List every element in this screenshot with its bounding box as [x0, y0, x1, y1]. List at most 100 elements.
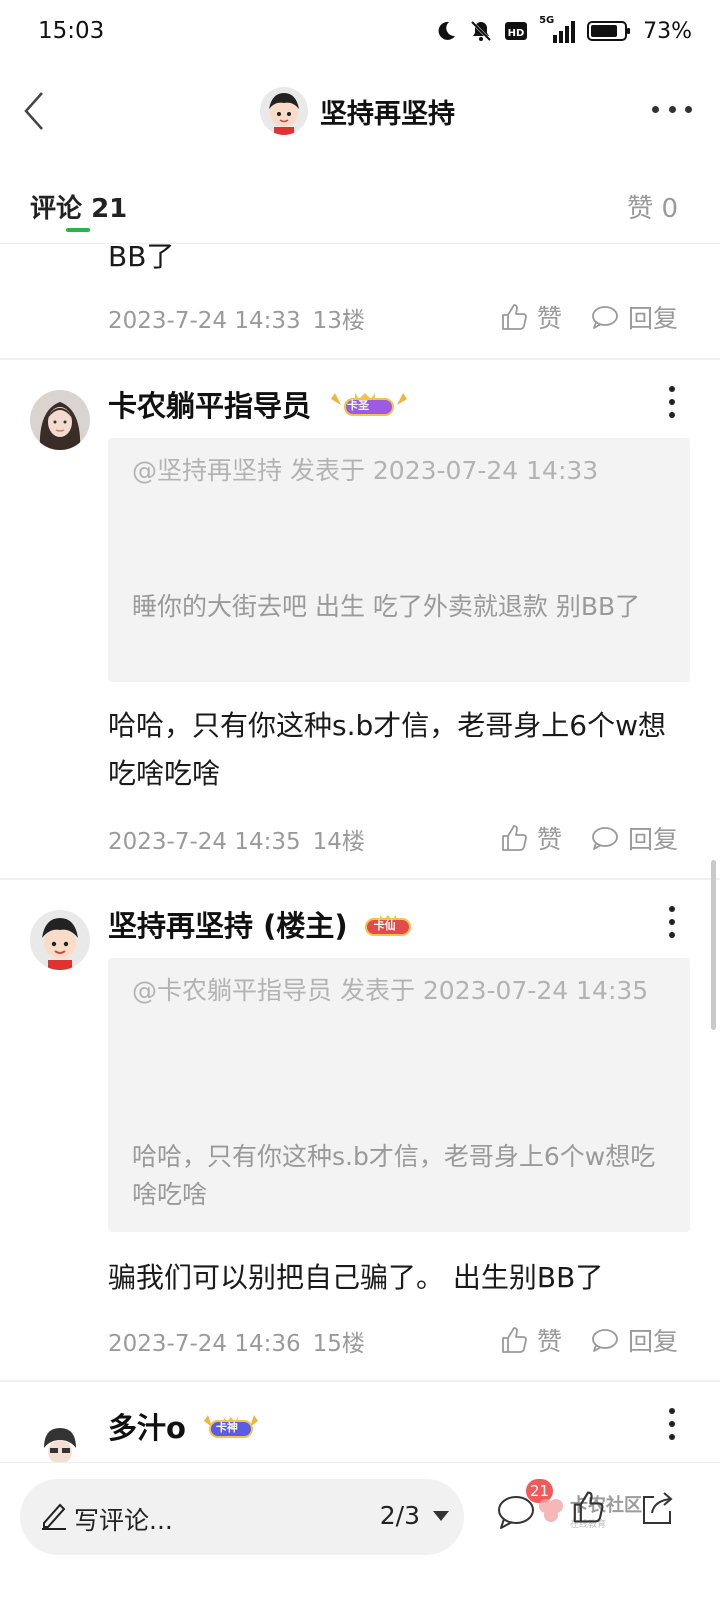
chat-bubble-icon — [592, 827, 618, 850]
reply-button[interactable]: 回复 — [590, 299, 678, 335]
moon-icon — [438, 21, 456, 40]
comments-button[interactable]: 21 — [496, 1479, 554, 1535]
page-indicator: 2/3 — [379, 1501, 420, 1530]
comment-actions: 赞 回复 — [499, 818, 678, 858]
tab-comments[interactable]: 评论 21 — [30, 188, 127, 225]
dot-icon — [652, 105, 659, 113]
bell-off-icon — [471, 20, 492, 42]
like-button[interactable]: 赞 — [499, 1322, 562, 1358]
quote-header: @卡农躺平指导员 发表于 2023-07-24 14:35 — [132, 976, 649, 1005]
username-row: 多汁o 卡神 — [108, 1406, 284, 1446]
more-options-button[interactable] — [652, 94, 692, 124]
bottom-bar: 写评论... 2/3 21 卡农社区 在线教育 — [0, 1462, 720, 1600]
comment-item: 卡农躺平指导员 卡圣 @坚持再坚持 发表于 2023-07-24 14:33 睡… — [0, 360, 720, 880]
comment-time: 2023-7-24 14:36 — [108, 1331, 301, 1357]
caret-down-icon — [433, 1510, 449, 1521]
page-title: 坚持再坚持 — [320, 98, 455, 130]
quote-header: @坚持再坚持 发表于 2023-07-24 14:33 — [132, 456, 599, 485]
chat-bubble-icon — [592, 306, 618, 329]
reply-label: 回复 — [627, 825, 678, 854]
quote-text: 哈哈，只有你这种s.b才信，老哥身上6个w想吃啥吃啥 — [132, 1142, 656, 1209]
reply-label: 回复 — [627, 304, 678, 333]
tab-comments-label: 评论 — [30, 194, 83, 224]
like-label: 赞 — [536, 1327, 562, 1356]
battery-icon — [587, 21, 631, 41]
status-icons: HD 5G 73% — [435, 15, 692, 46]
rank-badge-label: 卡神 — [215, 1421, 238, 1434]
status-bar: 15:03 HD 5G 73% — [0, 0, 720, 64]
network-label: 5G — [539, 15, 555, 26]
share-button[interactable] — [638, 1489, 676, 1531]
tab-likes[interactable]: 赞 0 — [627, 188, 678, 225]
rank-badge: 卡神 — [200, 1411, 284, 1441]
thumbs-up-icon — [502, 1327, 527, 1353]
like-button[interactable] — [570, 1489, 606, 1529]
comment-more-button[interactable] — [666, 386, 678, 418]
comment-floor: 15楼 — [312, 1331, 365, 1357]
comment-more-button[interactable] — [666, 1408, 678, 1440]
logo-icon — [539, 1498, 563, 1522]
rank-badge: 卡仙 — [362, 909, 436, 939]
dot-icon — [668, 105, 676, 113]
comment-meta: 2023-7-24 14:35 14楼 — [108, 822, 365, 856]
like-label: 赞 — [536, 825, 562, 854]
username[interactable]: 卡农躺平指导员 — [108, 383, 311, 425]
like-label: 赞 — [536, 304, 562, 333]
thumbs-up-icon — [502, 825, 527, 851]
quote-box: @卡农躺平指导员 发表于 2023-07-24 14:35 哈哈，只有你这种s.… — [108, 958, 690, 1232]
rank-badge-label: 卡仙 — [373, 919, 396, 932]
reply-button[interactable]: 回复 — [590, 820, 678, 856]
like-button[interactable]: 赞 — [499, 820, 562, 856]
page-selector[interactable]: 2/3 — [380, 1501, 450, 1530]
tab-active-indicator — [66, 228, 90, 232]
username-row: 卡农躺平指导员 卡圣 — [108, 384, 435, 424]
chevron-left-icon — [24, 92, 43, 130]
username[interactable]: 多汁o — [108, 1405, 186, 1447]
crown-badge-icon — [331, 393, 408, 416]
tab-likes-label: 赞 — [627, 194, 654, 224]
comment-time: 2023-7-24 14:33 — [108, 308, 301, 334]
quote-text: 睡你的大街去吧 出生 吃了外卖就退款 别BB了 — [132, 592, 641, 621]
comment-more-button[interactable] — [666, 906, 678, 938]
quote-box: @坚持再坚持 发表于 2023-07-24 14:33 睡你的大街去吧 出生 吃… — [108, 438, 690, 682]
username[interactable]: 坚持再坚持 (楼主) — [108, 903, 348, 945]
rank-badge: 卡圣 — [325, 389, 435, 419]
like-button[interactable]: 赞 — [499, 299, 562, 335]
status-time: 15:03 — [38, 18, 105, 44]
thumbs-up-icon — [573, 1491, 604, 1523]
tab-comments-count: 21 — [91, 194, 128, 224]
comment-item: 坚持再坚持 (楼主) 卡仙 @卡农躺平指导员 发表于 2023-07-24 14… — [0, 880, 720, 1382]
back-button[interactable] — [14, 86, 54, 136]
avatar[interactable] — [30, 1418, 90, 1462]
comment-input-placeholder: 写评论... — [74, 1506, 173, 1535]
bottom-actions: 21 卡农社区 在线教育 — [496, 1479, 696, 1549]
share-icon — [643, 1492, 673, 1524]
tab-likes-count: 0 — [661, 194, 678, 224]
avatar[interactable] — [30, 910, 90, 970]
chat-bubble-icon — [592, 1329, 618, 1352]
hd-icon: HD — [505, 22, 528, 40]
svg-text:HD: HD — [508, 28, 525, 39]
dot-icon — [685, 105, 692, 113]
rank-badge-label: 卡圣 — [347, 399, 370, 412]
thumbs-up-icon — [502, 304, 527, 330]
comment-input[interactable]: 写评论... 2/3 — [20, 1479, 464, 1555]
comment-text: BB了 — [108, 240, 175, 273]
comment-meta: 2023-7-24 14:36 15楼 — [108, 1324, 365, 1358]
battery-percent: 73% — [643, 18, 692, 44]
comment-text: 骗我们可以别把自己骗了。 出生别BB了 — [108, 1261, 604, 1294]
comment-text: 哈哈，只有你这种s.b才信，老哥身上6个w想吃啥吃啥 — [108, 709, 666, 790]
reply-button[interactable]: 回复 — [590, 1322, 678, 1358]
scrollbar[interactable] — [711, 860, 716, 1030]
comment-floor: 13楼 — [312, 308, 365, 334]
header-user[interactable]: 坚持再坚持 — [260, 84, 455, 138]
comment-actions: 赞 回复 — [499, 297, 678, 337]
comment-time: 2023-7-24 14:35 — [108, 829, 301, 855]
avatar[interactable] — [30, 390, 90, 450]
header: 坚持再坚持 — [0, 64, 720, 160]
comment-floor: 14楼 — [312, 829, 365, 855]
comment-item: 多汁o 卡神 — [0, 1382, 720, 1462]
pencil-icon — [42, 1503, 66, 1530]
username-row: 坚持再坚持 (楼主) 卡仙 — [108, 904, 436, 944]
comment-actions: 赞 回复 — [499, 1320, 678, 1360]
